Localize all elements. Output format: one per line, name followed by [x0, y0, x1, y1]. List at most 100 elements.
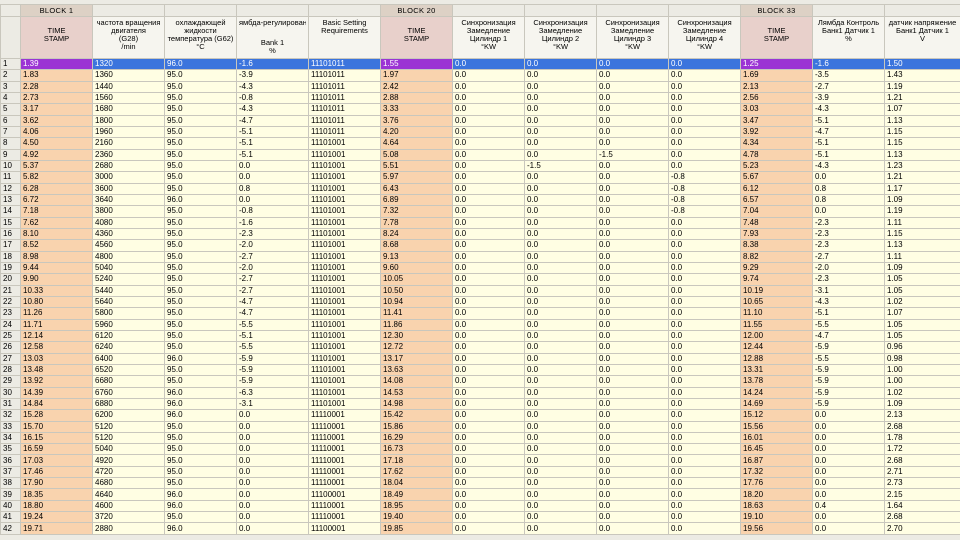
cell-retard-cylinder-1[interactable]: 0.0 — [452, 454, 525, 467]
cell-lambda-control-bank-1[interactable]: -2.7 — [236, 273, 309, 286]
cell-time-stamp-block-1[interactable]: 12.14 — [20, 329, 93, 343]
cell-retard-cylinder-3[interactable]: -1.5 — [596, 148, 669, 161]
cell-basic-setting-requirements[interactable]: 11101001 — [308, 148, 381, 161]
data-row[interactable]: 33 15.70 5120 95.0 0.0 11110001 15.86 0.0 0.0 0.0… — [0, 420, 960, 433]
cell-sensor-voltage-bank1-sensor1[interactable]: 2.13 — [884, 409, 960, 422]
cell-retard-cylinder-3[interactable]: 0.0 — [596, 125, 669, 139]
cell-coolant-temperature[interactable]: 95.0 — [164, 431, 237, 445]
cell-lambda-control-bank-1[interactable]: -5.1 — [236, 125, 309, 139]
cell-engine-speed[interactable]: 6240 — [92, 341, 165, 354]
cell-time-stamp-block-1[interactable]: 2.73 — [20, 91, 93, 105]
cell-engine-speed[interactable]: 4680 — [92, 477, 165, 490]
cell-basic-setting-requirements[interactable]: 11101001 — [308, 261, 381, 275]
cell-coolant-temperature[interactable]: 95.0 — [164, 159, 237, 173]
column-header-retard-cylinder-1[interactable]: Синхронизация Замедление Цилиндр 1 °KW — [452, 16, 525, 59]
cell-lambda-control-bank-1[interactable]: -5.1 — [236, 329, 309, 343]
cell-time-stamp-block-33[interactable]: 18.20 — [740, 488, 813, 501]
row-number[interactable]: 27 — [0, 352, 21, 365]
cell-lambda-control-bank1-sensor1[interactable]: -3.1 — [812, 284, 885, 297]
cell-time-stamp-block-33[interactable]: 14.24 — [740, 386, 813, 399]
cell-retard-cylinder-2[interactable]: 0.0 — [524, 386, 597, 399]
row-number[interactable]: 7 — [0, 125, 21, 139]
cell-retard-cylinder-1[interactable]: 0.0 — [452, 284, 525, 297]
row-number[interactable]: 9 — [0, 148, 21, 161]
cell-coolant-temperature[interactable]: 95.0 — [164, 420, 237, 433]
cell-time-stamp-block-20[interactable]: 8.24 — [380, 227, 453, 241]
cell-time-stamp-block-20[interactable]: 9.60 — [380, 261, 453, 275]
cell-time-stamp-block-33[interactable]: 12.00 — [740, 329, 813, 343]
block-33-label[interactable]: BLOCK 33 — [740, 4, 813, 17]
cell-lambda-control-bank-1[interactable]: 0.0 — [236, 477, 309, 490]
cell-lambda-control-bank-1[interactable]: -4.3 — [236, 103, 309, 116]
cell-sensor-voltage-bank1-sensor1[interactable]: 1.09 — [884, 261, 960, 275]
data-row[interactable]: 25 12.14 6120 95.0 -5.1 11101001 12.30 0.0 0.0 0.… — [0, 329, 960, 343]
cell-time-stamp-block-1[interactable]: 9.44 — [20, 261, 93, 275]
cell-lambda-control-bank1-sensor1[interactable]: 0.0 — [812, 431, 885, 445]
cell-time-stamp-block-1[interactable]: 9.90 — [20, 273, 93, 286]
cell-retard-cylinder-2[interactable]: 0.0 — [524, 511, 597, 524]
cell-lambda-control-bank-1[interactable]: -5.1 — [236, 137, 309, 150]
cell-retard-cylinder-1[interactable]: 0.0 — [452, 182, 525, 195]
cell-sensor-voltage-bank1-sensor1[interactable]: 1.13 — [884, 114, 960, 127]
cell-retard-cylinder-1[interactable]: 0.0 — [452, 205, 525, 218]
cell-retard-cylinder-1[interactable]: 0.0 — [452, 443, 525, 456]
cell-lambda-control-bank-1[interactable]: -4.7 — [236, 307, 309, 320]
cell-coolant-temperature[interactable]: 95.0 — [164, 69, 237, 82]
cell-time-stamp-block-20[interactable]: 1.97 — [380, 69, 453, 82]
cell-time-stamp-block-1[interactable]: 18.80 — [20, 499, 93, 513]
cell-time-stamp-block-33[interactable]: 12.88 — [740, 352, 813, 365]
cell-lambda-control-bank1-sensor1[interactable]: -2.7 — [812, 80, 885, 93]
block-20-label[interactable]: BLOCK 20 — [380, 4, 453, 17]
cell-lambda-control-bank-1[interactable]: -1.6 — [236, 216, 309, 229]
cell-sensor-voltage-bank1-sensor1[interactable]: 1.09 — [884, 193, 960, 207]
cell-basic-setting-requirements[interactable]: 11101001 — [308, 295, 381, 309]
cell-coolant-temperature[interactable]: 95.0 — [164, 375, 237, 388]
cell-lambda-control-bank1-sensor1[interactable]: 0.0 — [812, 465, 885, 479]
cell-time-stamp-block-1[interactable]: 12.58 — [20, 341, 93, 354]
row-number[interactable]: 22 — [0, 295, 21, 309]
cell-lambda-control-bank-1[interactable]: -6.3 — [236, 386, 309, 399]
cell-retard-cylinder-3[interactable]: 0.0 — [596, 57, 669, 71]
cell-engine-speed[interactable]: 1800 — [92, 114, 165, 127]
cell-retard-cylinder-3[interactable]: 0.0 — [596, 295, 669, 309]
cell-engine-speed[interactable]: 1360 — [92, 69, 165, 82]
cell-time-stamp-block-20[interactable]: 2.88 — [380, 91, 453, 105]
cell-basic-setting-requirements[interactable]: 11101001 — [308, 239, 381, 252]
cell-retard-cylinder-3[interactable]: 0.0 — [596, 397, 669, 411]
cell-engine-speed[interactable]: 4080 — [92, 216, 165, 229]
cell-engine-speed[interactable]: 4600 — [92, 499, 165, 513]
data-row[interactable]: 4 2.73 1560 95.0 -0.8 11101011 2.88 0.0 0.0 0.0 0.… — [0, 91, 960, 105]
cell-coolant-temperature[interactable]: 96.0 — [164, 488, 237, 501]
cell-retard-cylinder-3[interactable]: 0.0 — [596, 375, 669, 388]
cell-time-stamp-block-20[interactable]: 17.62 — [380, 465, 453, 479]
cell-lambda-control-bank-1[interactable]: -4.7 — [236, 295, 309, 309]
cell-retard-cylinder-1[interactable]: 0.0 — [452, 295, 525, 309]
cell-retard-cylinder-1[interactable]: 0.0 — [452, 465, 525, 479]
data-row[interactable]: 41 19.24 3720 95.0 0.0 11110001 19.40 0.0 0.0 0.0… — [0, 511, 960, 524]
cell-retard-cylinder-2[interactable]: 0.0 — [524, 182, 597, 195]
cell-basic-setting-requirements[interactable]: 11101001 — [308, 250, 381, 263]
cell-time-stamp-block-1[interactable]: 4.50 — [20, 137, 93, 150]
cell-retard-cylinder-3[interactable]: 0.0 — [596, 216, 669, 229]
cell-retard-cylinder-4[interactable]: 0.0 — [668, 103, 741, 116]
cell-lambda-control-bank-1[interactable]: 0.0 — [236, 193, 309, 207]
data-row[interactable]: 2 1.83 1360 95.0 -3.9 11101011 1.97 0.0 0.0 0.0 0.… — [0, 69, 960, 82]
cell-time-stamp-block-33[interactable]: 16.45 — [740, 443, 813, 456]
cell-retard-cylinder-3[interactable]: 0.0 — [596, 522, 669, 535]
cell-sensor-voltage-bank1-sensor1[interactable]: 1.07 — [884, 103, 960, 116]
cell-retard-cylinder-2[interactable]: 0.0 — [524, 250, 597, 263]
data-row[interactable]: 39 18.35 4640 96.0 0.0 11100001 18.49 0.0 0.0 0.0… — [0, 488, 960, 501]
cell-retard-cylinder-3[interactable]: 0.0 — [596, 409, 669, 422]
cell-retard-cylinder-1[interactable]: 0.0 — [452, 148, 525, 161]
cell-sensor-voltage-bank1-sensor1[interactable]: 1.00 — [884, 363, 960, 377]
cell-time-stamp-block-20[interactable]: 18.95 — [380, 499, 453, 513]
cell-retard-cylinder-4[interactable]: 0.0 — [668, 80, 741, 93]
cell-time-stamp-block-33[interactable]: 1.69 — [740, 69, 813, 82]
cell-retard-cylinder-4[interactable]: -0.8 — [668, 171, 741, 184]
row-number[interactable]: 31 — [0, 397, 21, 411]
cell-engine-speed[interactable]: 1320 — [92, 57, 165, 71]
cell-retard-cylinder-3[interactable]: 0.0 — [596, 420, 669, 433]
cell-retard-cylinder-2[interactable]: 0.0 — [524, 273, 597, 286]
cell-lambda-control-bank-1[interactable]: 0.0 — [236, 420, 309, 433]
cell-time-stamp-block-1[interactable]: 2.28 — [20, 80, 93, 93]
